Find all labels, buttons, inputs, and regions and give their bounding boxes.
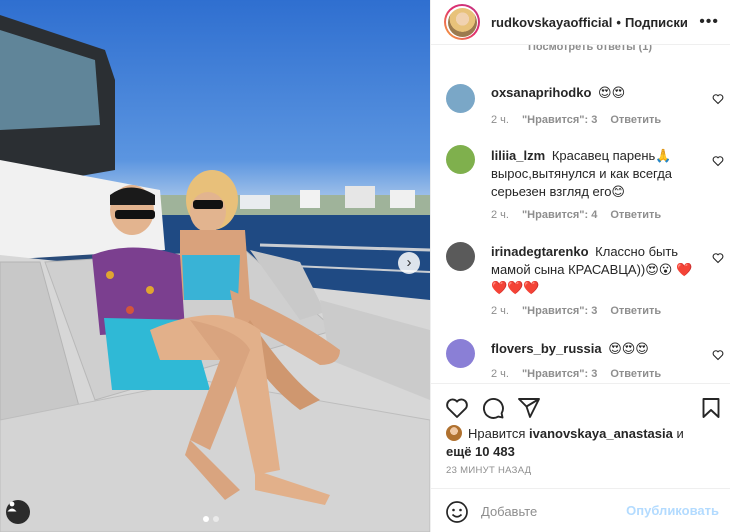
comment-meta: 2 ч. "Нравится": 3 Ответить xyxy=(491,305,661,317)
comment-likes-count[interactable]: "Нравится": 3 xyxy=(522,305,597,317)
comment-body: flovers_by_russia 😍😍😍 xyxy=(491,340,706,358)
commenter-username[interactable]: irinadegtarenko xyxy=(491,244,589,259)
header-separator: • xyxy=(616,14,621,30)
post-timestamp[interactable]: 23 МИНУТ НАЗАД xyxy=(446,465,531,476)
author-avatar[interactable] xyxy=(444,4,480,40)
more-options-icon[interactable]: ••• xyxy=(699,13,719,31)
liker-username[interactable]: ivanovskaya_anastasia xyxy=(529,426,673,441)
add-comment-bar: Опубликовать xyxy=(431,488,730,532)
comment-input[interactable] xyxy=(481,499,631,523)
like-heart-icon[interactable] xyxy=(445,396,469,420)
comment-bubble-icon[interactable] xyxy=(481,396,505,420)
comment-body: oxsanaprihodko 😍😍 xyxy=(491,84,706,102)
post-header: rudkovskayaofficial • Подписки ••• xyxy=(431,0,730,45)
commenter-username[interactable]: flovers_by_russia xyxy=(491,341,602,356)
reply-button[interactable]: Ответить xyxy=(610,114,661,126)
following-button[interactable]: Подписки xyxy=(625,15,688,30)
comment-text: 😍😍😍 xyxy=(608,341,649,356)
commenter-avatar[interactable] xyxy=(446,339,475,368)
share-paper-plane-icon[interactable] xyxy=(517,396,541,420)
post-photo[interactable]: › xyxy=(0,0,430,532)
emoji-icon[interactable] xyxy=(445,500,469,524)
comment-meta: 2 ч. "Нравится": 4 Ответить xyxy=(491,209,661,221)
tagged-users-button[interactable] xyxy=(6,500,30,524)
carousel-dot xyxy=(213,516,219,522)
commenter-avatar[interactable] xyxy=(446,242,475,271)
comment-likes-count[interactable]: "Нравится": 3 xyxy=(522,114,597,126)
author-username[interactable]: rudkovskayaofficial xyxy=(491,15,612,30)
comment-likes-count[interactable]: "Нравится": 3 xyxy=(522,368,597,380)
instagram-post: › rudkovskayaofficial • Подписки ••• Пос… xyxy=(0,0,730,532)
reply-button[interactable]: Ответить xyxy=(610,368,661,380)
commenter-avatar[interactable] xyxy=(446,84,475,113)
comment-time[interactable]: 2 ч. xyxy=(491,114,509,126)
like-comment-heart-icon[interactable] xyxy=(712,93,724,105)
likes-count-link[interactable]: ещё 10 483 xyxy=(446,444,515,459)
comment-body: irinadegtarenko Классно быть мамой сына … xyxy=(491,243,706,297)
reply-button[interactable]: Ответить xyxy=(610,209,661,221)
user-icon xyxy=(7,501,17,512)
comment-likes-count[interactable]: "Нравится": 4 xyxy=(522,209,597,221)
save-bookmark-icon[interactable] xyxy=(699,396,723,420)
publish-button[interactable]: Опубликовать xyxy=(626,503,719,518)
carousel-dot-active xyxy=(203,516,209,522)
likes-prefix: Нравится xyxy=(468,426,526,441)
comment-body: liliia_lzm Красавец парень🙏 вырос,вытяну… xyxy=(491,147,706,201)
author-avatar-image xyxy=(447,7,477,37)
reply-button[interactable]: Ответить xyxy=(610,305,661,317)
carousel-dots xyxy=(203,516,219,522)
like-comment-heart-icon[interactable] xyxy=(712,155,724,167)
likes-and: и xyxy=(676,426,684,441)
commenter-username[interactable]: oxsanaprihodko xyxy=(491,85,591,100)
photo-scene xyxy=(0,15,430,532)
commenter-username[interactable]: liliia_lzm xyxy=(491,148,545,163)
comment-time[interactable]: 2 ч. xyxy=(491,368,509,380)
comment-meta: 2 ч. "Нравится": 3 Ответить xyxy=(491,114,661,126)
comment-time[interactable]: 2 ч. xyxy=(491,209,509,221)
commenter-avatar[interactable] xyxy=(446,145,475,174)
like-comment-heart-icon[interactable] xyxy=(712,252,724,264)
like-comment-heart-icon[interactable] xyxy=(712,349,724,361)
comment-meta: 2 ч. "Нравится": 3 Ответить xyxy=(491,368,661,380)
comment-text: 😍😍 xyxy=(598,85,626,100)
comment-time[interactable]: 2 ч. xyxy=(491,305,509,317)
comments-list[interactable]: Посмотреть ответы (1) oxsanaprihodko 😍😍 … xyxy=(431,45,730,383)
post-side-panel: rudkovskayaofficial • Подписки ••• Посмо… xyxy=(430,0,730,532)
next-slide-button[interactable]: › xyxy=(398,252,420,274)
likes-summary: Нравится ivanovskaya_anastasia и ещё 10 … xyxy=(446,425,721,461)
view-replies-link[interactable]: Посмотреть ответы (1) xyxy=(528,45,652,53)
liker-avatar[interactable] xyxy=(446,425,462,441)
